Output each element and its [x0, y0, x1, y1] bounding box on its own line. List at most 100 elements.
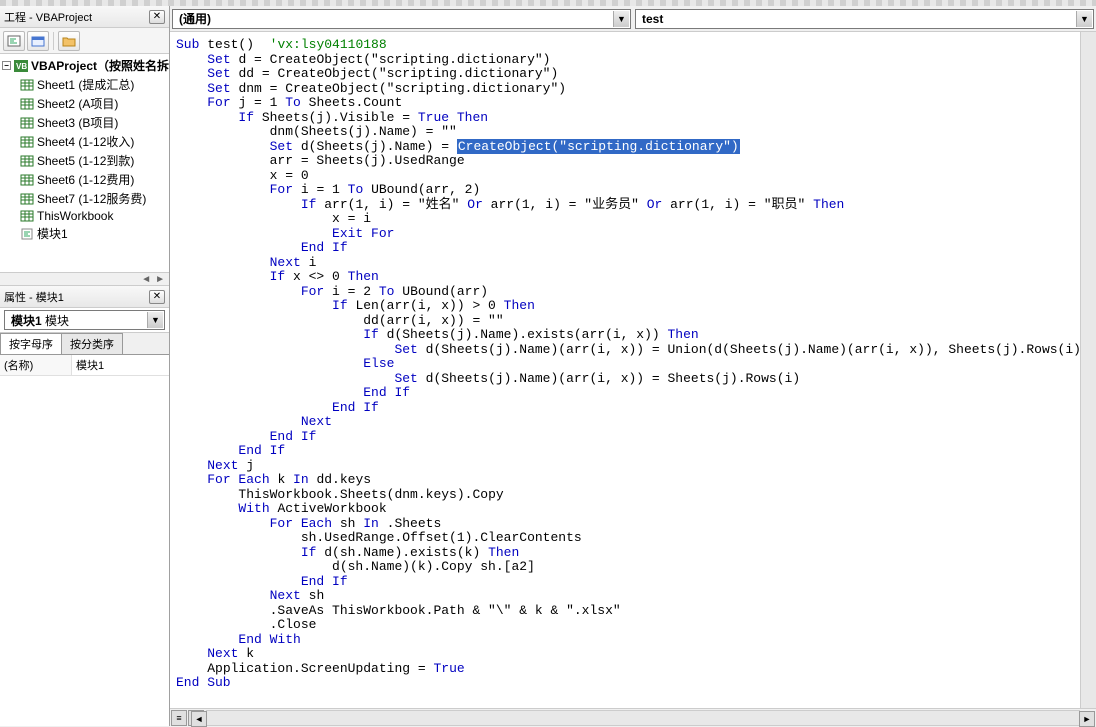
tree-item-label: Sheet7 (1-12服务费): [37, 190, 146, 207]
properties-header: 属性 - 模块1 ✕: [0, 286, 169, 308]
chevron-down-icon: ▼: [147, 312, 163, 328]
toggle-folders-button[interactable]: [58, 31, 80, 51]
code-line[interactable]: With ActiveWorkbook: [176, 502, 1096, 517]
code-line[interactable]: Application.ScreenUpdating = True: [176, 662, 1096, 677]
code-line[interactable]: End If: [176, 241, 1096, 256]
code-line[interactable]: End If: [176, 430, 1096, 445]
sheet-node[interactable]: Sheet1 (提成汇总): [20, 75, 169, 94]
horizontal-scrollbar[interactable]: ◄ ►: [206, 710, 1080, 726]
object-combo[interactable]: (通用) ▼: [172, 9, 631, 29]
tree-item-label: Sheet2 (A项目): [37, 95, 118, 112]
module-node[interactable]: 模块1: [20, 224, 169, 243]
code-line[interactable]: End Sub: [176, 676, 1096, 691]
project-explorer-header: 工程 - VBAProject ✕: [0, 6, 169, 28]
code-line[interactable]: Set d(Sheets(j).Name) = CreateObject("sc…: [176, 140, 1096, 155]
code-panel: (通用) ▼ test ▼ Sub test() 'vx:lsy04110188…: [170, 6, 1096, 726]
tree-item-label: Sheet5 (1-12到款): [37, 152, 134, 169]
project-explorer-title: 工程 - VBAProject: [4, 9, 149, 25]
sheet-node[interactable]: ThisWorkbook: [20, 208, 169, 224]
sheet-node[interactable]: Sheet3 (B项目): [20, 113, 169, 132]
code-line[interactable]: x = 0: [176, 169, 1096, 184]
project-tree[interactable]: − VB VBAProject（按照姓名拆 Sheet1 (提成汇总) Sheet…: [0, 54, 169, 272]
code-line[interactable]: d(sh.Name)(k).Copy sh.[a2]: [176, 560, 1096, 575]
code-line[interactable]: Next: [176, 415, 1096, 430]
object-combo-value: (通用): [179, 10, 211, 27]
code-line[interactable]: x = i: [176, 212, 1096, 227]
tree-item-label: 模块1: [37, 225, 68, 242]
code-editor[interactable]: Sub test() 'vx:lsy04110188 Set d = Creat…: [170, 32, 1096, 708]
tree-item-label: Sheet1 (提成汇总): [37, 76, 134, 93]
code-line[interactable]: For Each sh In .Sheets: [176, 517, 1096, 532]
code-line[interactable]: For i = 2 To UBound(arr): [176, 285, 1096, 300]
tree-item-label: ThisWorkbook: [37, 209, 113, 223]
scroll-right-button[interactable]: ►: [1079, 711, 1095, 727]
pane-splitter-strip-1[interactable]: ◄ ►: [0, 272, 169, 286]
code-line[interactable]: For i = 1 To UBound(arr, 2): [176, 183, 1096, 198]
svg-text:VB: VB: [16, 62, 27, 71]
code-line[interactable]: ThisWorkbook.Sheets(dnm.keys).Copy: [176, 488, 1096, 503]
code-line[interactable]: Next j: [176, 459, 1096, 474]
tab-alphabetic[interactable]: 按字母序: [0, 333, 62, 354]
code-line[interactable]: End With: [176, 633, 1096, 648]
procedure-combo[interactable]: test ▼: [635, 9, 1094, 29]
chevron-down-icon: ▼: [1076, 11, 1092, 27]
properties-grid[interactable]: (名称)模块1: [0, 355, 169, 726]
code-line[interactable]: If x <> 0 Then: [176, 270, 1096, 285]
code-line[interactable]: End If: [176, 444, 1096, 459]
property-row[interactable]: (名称)模块1: [0, 355, 169, 376]
code-line[interactable]: Set dnm = CreateObject("scripting.dictio…: [176, 82, 1096, 97]
code-line[interactable]: Set d(Sheets(j).Name)(arr(i, x)) = Union…: [176, 343, 1096, 358]
code-line[interactable]: For Each k In dd.keys: [176, 473, 1096, 488]
code-line[interactable]: Next sh: [176, 589, 1096, 604]
sheet-node[interactable]: Sheet4 (1-12收入): [20, 132, 169, 151]
code-line[interactable]: End If: [176, 386, 1096, 401]
procedure-view-button[interactable]: ≡: [171, 710, 187, 726]
code-line[interactable]: Next k: [176, 647, 1096, 662]
horizontal-scrollbar-area: ≡ ▦ ◄ ►: [170, 708, 1096, 726]
vertical-scrollbar[interactable]: [1080, 32, 1096, 708]
code-line[interactable]: Set d = CreateObject("scripting.dictiona…: [176, 53, 1096, 68]
project-explorer-close-button[interactable]: ✕: [149, 10, 165, 24]
project-root-node[interactable]: − VB VBAProject（按照姓名拆: [2, 56, 169, 75]
code-line[interactable]: sh.UsedRange.Offset(1).ClearContents: [176, 531, 1096, 546]
property-value[interactable]: 模块1: [72, 355, 169, 375]
project-root-label: VBAProject（按照姓名拆: [31, 57, 169, 74]
code-line[interactable]: If Sheets(j).Visible = True Then: [176, 111, 1096, 126]
tab-categorized[interactable]: 按分类序: [61, 333, 123, 354]
vba-ide: 工程 - VBAProject ✕ − VB VBAProject（按照姓名拆 …: [0, 6, 1096, 726]
code-line[interactable]: .Close: [176, 618, 1096, 633]
sheet-node[interactable]: Sheet2 (A项目): [20, 94, 169, 113]
properties-object-name: 模块1: [11, 314, 42, 328]
code-line[interactable]: If Len(arr(i, x)) > 0 Then: [176, 299, 1096, 314]
code-line[interactable]: arr = Sheets(j).UsedRange: [176, 154, 1096, 169]
view-code-button[interactable]: [3, 31, 25, 51]
code-line[interactable]: Set d(Sheets(j).Name)(arr(i, x)) = Sheet…: [176, 372, 1096, 387]
code-line[interactable]: .SaveAs ThisWorkbook.Path & "\" & k & ".…: [176, 604, 1096, 619]
code-line[interactable]: Next i: [176, 256, 1096, 271]
code-line[interactable]: End If: [176, 401, 1096, 416]
code-line[interactable]: Sub test() 'vx:lsy04110188: [176, 38, 1096, 53]
scroll-left-icon[interactable]: ◄: [139, 274, 153, 285]
code-line[interactable]: dnm(Sheets(j).Name) = "": [176, 125, 1096, 140]
sheet-node[interactable]: Sheet6 (1-12费用): [20, 170, 169, 189]
code-line[interactable]: dd(arr(i, x)) = "": [176, 314, 1096, 329]
tree-item-label: Sheet3 (B项目): [37, 114, 118, 131]
code-line[interactable]: If d(sh.Name).exists(k) Then: [176, 546, 1096, 561]
code-line[interactable]: Exit For: [176, 227, 1096, 242]
worksheet-icon: [20, 155, 34, 167]
view-object-button[interactable]: [27, 31, 49, 51]
properties-object-selector: 模块1 模块 ▼: [0, 308, 169, 333]
scroll-left-button[interactable]: ◄: [191, 711, 207, 727]
sheet-node[interactable]: Sheet5 (1-12到款): [20, 151, 169, 170]
code-line[interactable]: If d(Sheets(j).Name).exists(arr(i, x)) T…: [176, 328, 1096, 343]
code-line[interactable]: Else: [176, 357, 1096, 372]
collapse-icon[interactable]: −: [2, 61, 11, 70]
code-line[interactable]: For j = 1 To Sheets.Count: [176, 96, 1096, 111]
code-line[interactable]: If arr(1, i) = "姓名" Or arr(1, i) = "业务员"…: [176, 198, 1096, 213]
code-line[interactable]: Set dd = CreateObject("scripting.diction…: [176, 67, 1096, 82]
scroll-right-icon[interactable]: ►: [153, 274, 167, 285]
sheet-node[interactable]: Sheet7 (1-12服务费): [20, 189, 169, 208]
properties-close-button[interactable]: ✕: [149, 290, 165, 304]
code-line[interactable]: End If: [176, 575, 1096, 590]
properties-object-combo[interactable]: 模块1 模块 ▼: [4, 310, 165, 330]
